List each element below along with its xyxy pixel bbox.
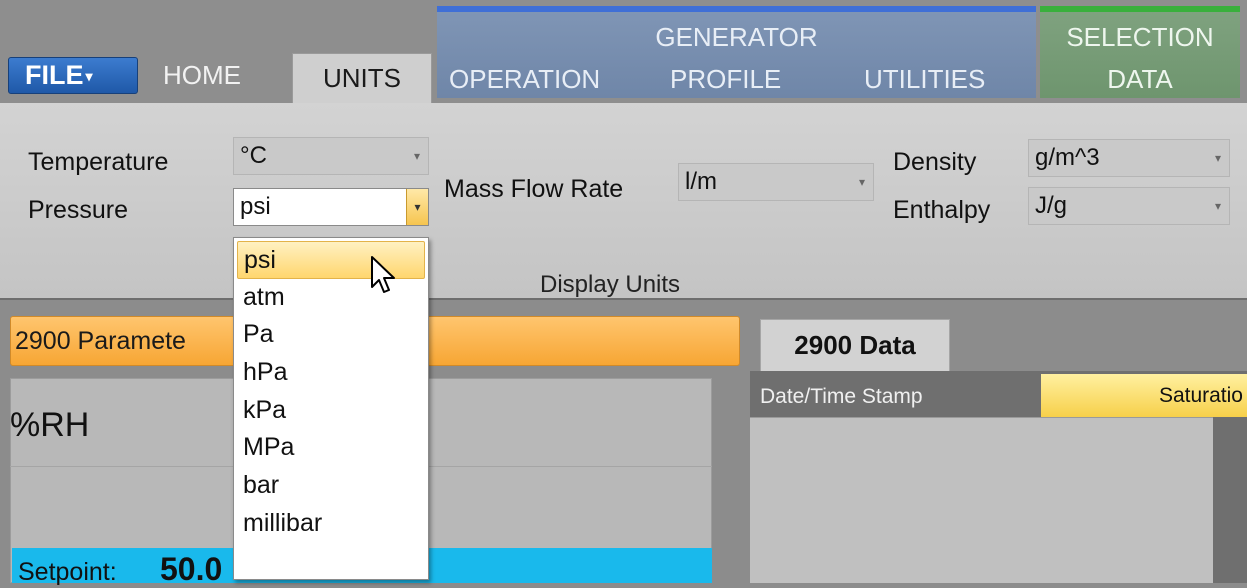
tab-units[interactable]: UNITS: [292, 53, 432, 105]
chevron-down-icon[interactable]: ▾: [406, 189, 428, 225]
column-header-saturation[interactable]: Saturatio: [1041, 374, 1247, 417]
generator-group-title: GENERATOR: [655, 22, 818, 52]
dropdown-option[interactable]: hPa: [237, 354, 425, 392]
tab-utilities[interactable]: UTILITIES: [864, 64, 985, 95]
mouse-cursor-icon: [371, 256, 395, 293]
tab-selection-data[interactable]: DATA: [1040, 64, 1240, 95]
pressure-select[interactable]: psi ▾: [233, 188, 429, 226]
temperature-label: Temperature: [28, 148, 169, 176]
chevron-down-icon: ▾: [1214, 151, 1221, 165]
dropdown-option[interactable]: kPa: [237, 392, 425, 430]
density-label: Density: [893, 148, 977, 176]
rh-title: %RH: [10, 406, 90, 444]
tab-home[interactable]: HOME: [163, 60, 241, 91]
chevron-down-icon: ▾: [1214, 199, 1221, 213]
pressure-label: Pressure: [28, 196, 129, 224]
mass-flow-rate-value: l/m: [685, 168, 717, 195]
temperature-value: °C: [240, 142, 267, 169]
density-select[interactable]: g/m^3 ▾: [1028, 139, 1230, 177]
enthalpy-label: Enthalpy: [893, 196, 991, 224]
file-menu-label: FILE: [25, 60, 84, 90]
units-ribbon-panel: Temperature °C ▾ Pressure psi ▾ Mass Flo…: [0, 103, 1247, 300]
tab-profile[interactable]: PROFILE: [670, 64, 781, 95]
display-units-group-label: Display Units: [540, 271, 681, 298]
density-value: g/m^3: [1035, 144, 1100, 171]
enthalpy-select[interactable]: J/g ▾: [1028, 187, 1230, 225]
enthalpy-value: J/g: [1035, 192, 1068, 219]
dropdown-option[interactable]: MPa: [237, 429, 425, 467]
chevron-down-icon: ▾: [85, 68, 93, 85]
pressure-value: psi: [240, 193, 271, 220]
dropdown-option[interactable]: millibar: [237, 505, 425, 543]
dropdown-option[interactable]: bar: [237, 467, 425, 505]
file-menu-button[interactable]: FILE ▾: [8, 57, 138, 94]
dropdown-option[interactable]: Pa: [237, 316, 425, 354]
temperature-select[interactable]: °C ▾: [233, 137, 429, 175]
mass-flow-rate-select[interactable]: l/m ▾: [678, 163, 874, 201]
generator-tab-group: GENERATOR OPERATION PROFILE UTILITIES: [437, 6, 1036, 98]
chevron-down-icon: ▾: [858, 175, 865, 189]
mass-flow-rate-label: Mass Flow Rate: [444, 175, 624, 203]
column-header-date-time[interactable]: Date/Time Stamp: [760, 385, 923, 409]
setpoint-value: 50.0: [160, 551, 223, 587]
chevron-down-icon: ▾: [413, 149, 420, 163]
selection-group-title: SELECTION: [1066, 22, 1214, 52]
selection-tab-group: SELECTION DATA: [1040, 6, 1240, 98]
data-grid: [750, 417, 1213, 583]
ribbon-tab-strip: FILE ▾ HOME UNITS GENERATOR OPERATION PRO…: [0, 0, 1247, 105]
tab-operation[interactable]: OPERATION: [449, 64, 600, 95]
tab-2900-data[interactable]: 2900 Data: [760, 319, 950, 371]
